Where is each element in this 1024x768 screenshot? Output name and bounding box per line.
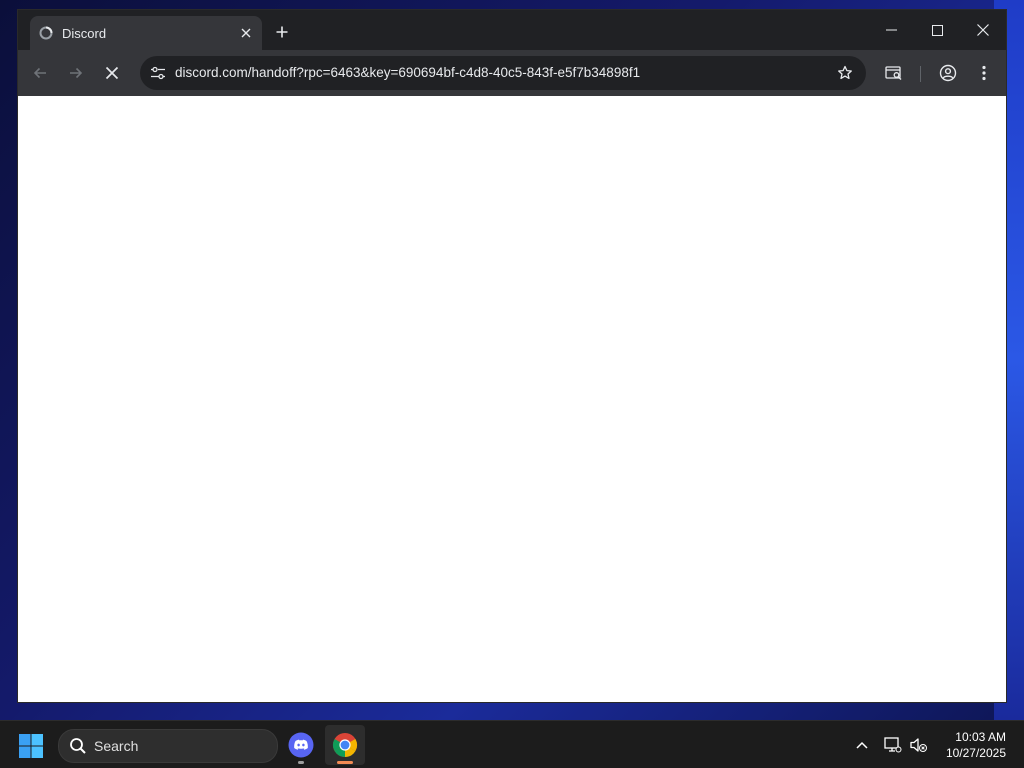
tab-strip: Discord — [18, 10, 1006, 50]
toolbar-divider — [920, 66, 921, 82]
back-button[interactable] — [26, 59, 54, 87]
tune-icon — [151, 66, 165, 80]
browser-window: Discord discord.com/handoff?rpc=6463&key… — [18, 10, 1006, 702]
network-button[interactable] — [883, 735, 903, 755]
arrow-right-icon — [70, 67, 83, 79]
clock-date: 10/27/2025 — [945, 746, 1006, 760]
discord-icon — [288, 732, 314, 758]
search-label: Search — [94, 738, 139, 754]
clock-time: 10:03 AM — [955, 730, 1006, 744]
chevron-up-icon — [856, 741, 868, 749]
tab-discord[interactable]: Discord — [30, 16, 262, 50]
browser-toolbar: discord.com/handoff?rpc=6463&key=690694b… — [18, 50, 1006, 96]
forward-button[interactable] — [62, 59, 90, 87]
show-hidden-icons-button[interactable] — [852, 735, 872, 755]
browser-menu-button[interactable] — [970, 59, 998, 87]
stop-icon — [105, 66, 119, 80]
bookmark-button[interactable] — [834, 62, 856, 84]
site-info-button[interactable] — [146, 61, 170, 85]
volume-button[interactable] — [909, 735, 929, 755]
tab-close-icon[interactable] — [236, 23, 256, 43]
arrow-left-icon — [33, 67, 46, 79]
url-text[interactable]: discord.com/handoff?rpc=6463&key=690694b… — [175, 65, 640, 80]
address-bar[interactable]: discord.com/handoff?rpc=6463&key=690694b… — [140, 56, 866, 90]
volume-muted-icon — [910, 738, 927, 752]
account-icon — [939, 64, 957, 82]
close-icon — [977, 24, 989, 36]
loading-icon — [38, 25, 54, 41]
tab-title: Discord — [62, 25, 107, 41]
start-button[interactable] — [18, 733, 44, 759]
running-indicator — [298, 761, 304, 764]
network-icon — [884, 737, 902, 753]
maximize-icon — [931, 24, 943, 36]
search-icon — [69, 737, 87, 755]
maximize-button[interactable] — [914, 10, 960, 50]
system-clock[interactable]: 10:03 AM 10/27/2025 — [946, 729, 1006, 761]
search-tab-icon — [885, 66, 902, 80]
more-vertical-icon — [982, 65, 986, 81]
active-indicator — [337, 761, 353, 764]
close-window-button[interactable] — [960, 10, 1006, 50]
taskbar-app-chrome[interactable] — [325, 725, 365, 765]
windows-logo-icon — [19, 734, 43, 758]
google-lens-button[interactable] — [880, 59, 908, 87]
minimize-button[interactable] — [868, 10, 914, 50]
page-content — [18, 96, 1006, 702]
plus-icon — [276, 26, 288, 38]
new-tab-button[interactable] — [270, 20, 294, 44]
taskbar-app-discord[interactable] — [281, 725, 321, 765]
star-icon — [838, 65, 852, 80]
chrome-icon — [332, 733, 358, 758]
taskbar-search[interactable]: Search — [58, 729, 278, 763]
profile-button[interactable] — [934, 59, 962, 87]
stop-loading-button[interactable] — [98, 59, 126, 87]
taskbar: Search 10:03 AM 10/27/2025 — [0, 720, 1024, 768]
minimize-icon — [885, 29, 897, 31]
